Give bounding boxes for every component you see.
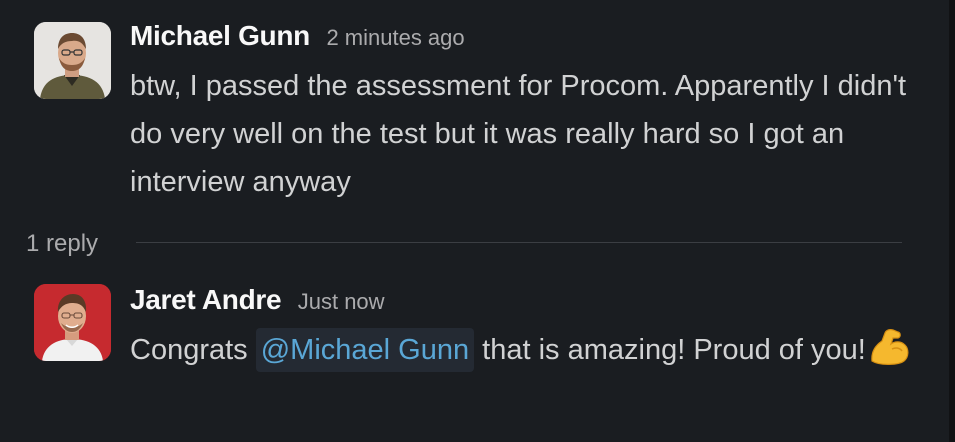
author-name[interactable]: Michael Gunn xyxy=(130,20,310,51)
message-text: that is amazing! Proud of you! xyxy=(482,334,866,366)
message-body: Congrats @Michael Gunn that is amazing! … xyxy=(130,326,920,382)
author-name[interactable]: Jaret Andre xyxy=(130,284,282,315)
user-avatar-photo-icon xyxy=(34,284,111,361)
user-avatar-photo-icon xyxy=(34,22,111,99)
message-text: Congrats xyxy=(130,334,248,366)
timestamp[interactable]: Just now xyxy=(298,289,385,314)
avatar[interactable] xyxy=(34,284,111,361)
message-jaret[interactable]: Jaret Andre Just now Congrats @Michael G… xyxy=(0,272,940,442)
reply-count[interactable]: 1 reply xyxy=(26,230,98,258)
message-header: Michael Gunn 2 minutes ago xyxy=(130,20,465,52)
flexed-biceps-icon xyxy=(868,327,912,382)
thread-replies-bar[interactable]: 1 reply xyxy=(0,222,940,266)
timestamp[interactable]: 2 minutes ago xyxy=(326,25,464,50)
chat-window: Michael Gunn 2 minutes ago btw, I passed… xyxy=(0,0,955,442)
message-michael[interactable]: Michael Gunn 2 minutes ago btw, I passed… xyxy=(0,0,940,215)
thread-divider xyxy=(136,242,902,243)
avatar[interactable] xyxy=(34,22,111,99)
message-header: Jaret Andre Just now xyxy=(130,284,385,316)
user-mention[interactable]: @Michael Gunn xyxy=(255,328,475,372)
scrollbar-track[interactable] xyxy=(949,0,955,442)
message-body: btw, I passed the assessment for Procom.… xyxy=(130,70,907,198)
